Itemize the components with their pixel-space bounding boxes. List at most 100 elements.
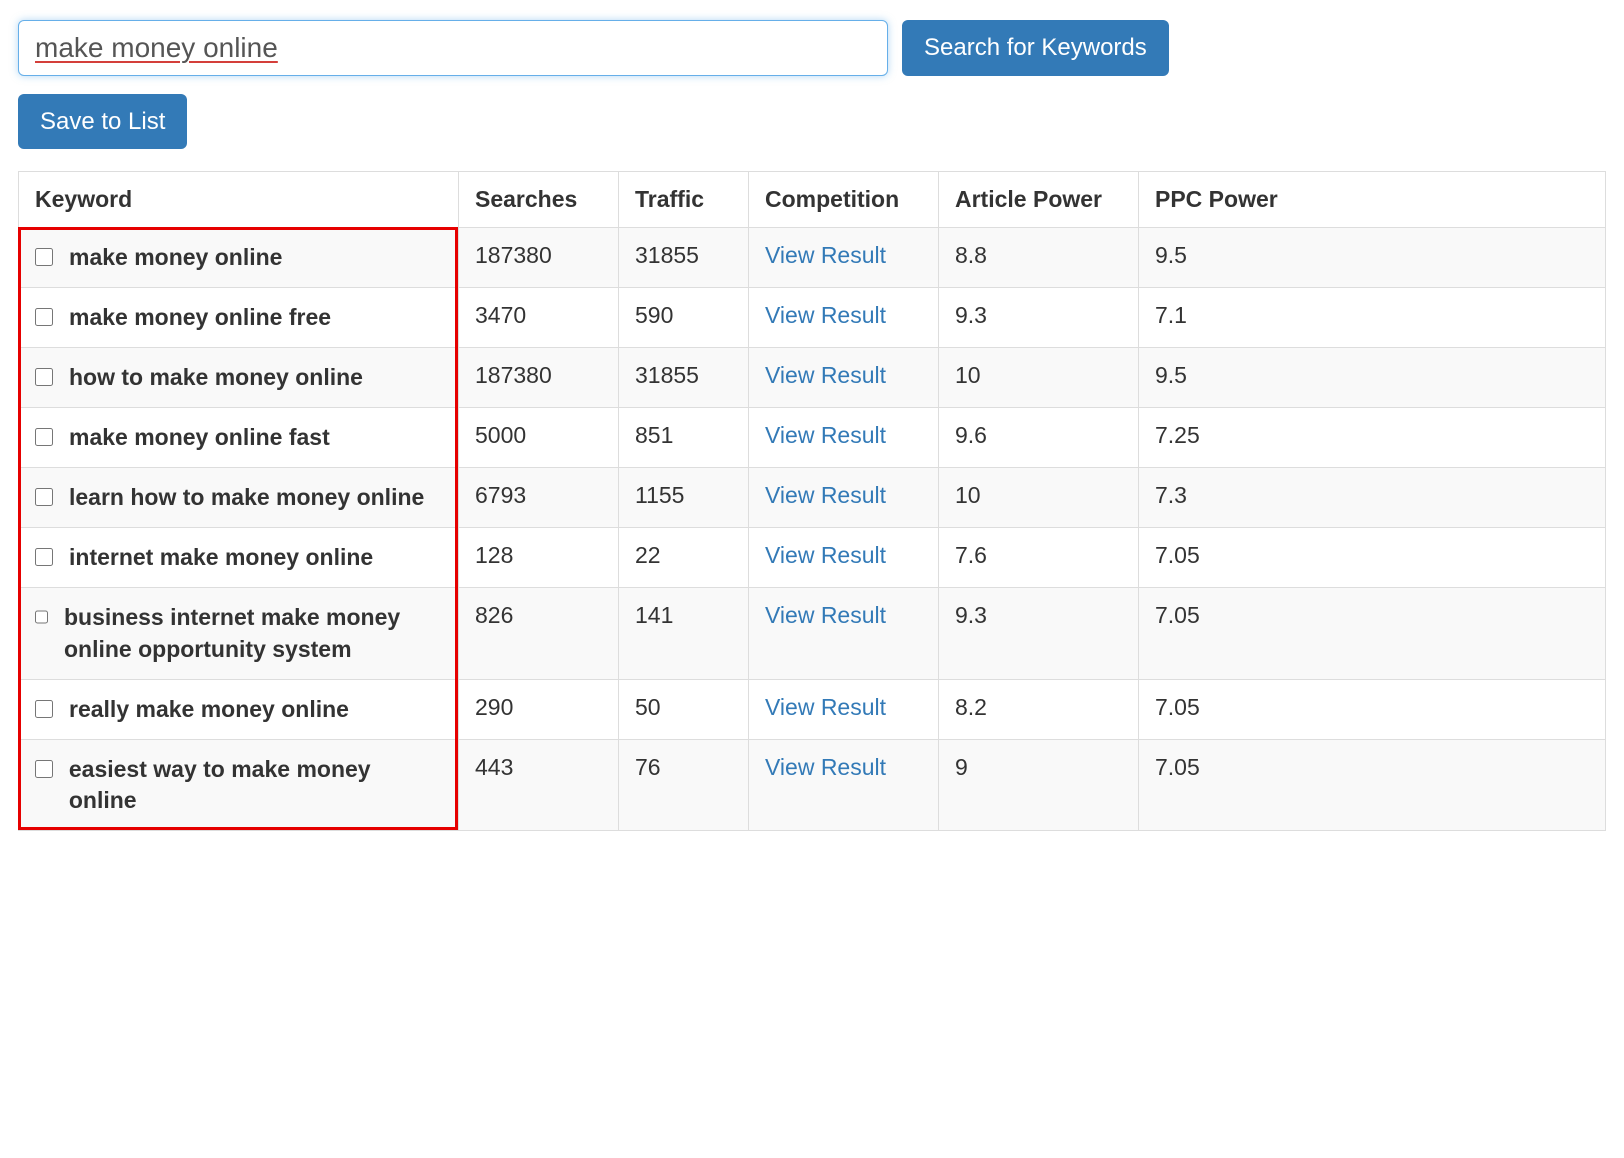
searches-cell: 290 [459,679,619,739]
view-result-link[interactable]: View Result [765,482,886,508]
ppc-power-cell: 7.3 [1139,468,1606,528]
ppc-power-cell: 7.05 [1139,739,1606,830]
competition-cell: View Result [749,288,939,348]
search-keywords-button[interactable]: Search for Keywords [902,20,1169,76]
row-checkbox[interactable] [35,428,53,446]
competition-cell: View Result [749,679,939,739]
table-row: easiest way to make money online 44376 Vie… [19,739,1606,830]
keyword-cell: how to make money online [19,348,459,408]
competition-cell: View Result [749,739,939,830]
searches-cell: 6793 [459,468,619,528]
keyword-cell: learn how to make money online [19,468,459,528]
view-result-link[interactable]: View Result [765,362,886,388]
view-result-link[interactable]: View Result [765,302,886,328]
ppc-power-cell: 7.05 [1139,679,1606,739]
ppc-power-cell: 9.5 [1139,228,1606,288]
keyword-results-table: Keyword Searches Traffic Competition Art… [18,171,1606,831]
ppc-power-cell: 7.05 [1139,528,1606,588]
keyword-cell: easiest way to make money online [19,739,459,830]
competition-cell: View Result [749,348,939,408]
keyword-text: how to make money online [69,362,363,393]
save-to-list-button[interactable]: Save to List [18,94,187,149]
col-header-keyword[interactable]: Keyword [19,172,459,228]
ppc-power-cell: 7.05 [1139,588,1606,679]
table-row: internet make money online 12822 View Resu… [19,528,1606,588]
col-header-article-power[interactable]: Article Power [939,172,1139,228]
article-power-cell: 7.6 [939,528,1139,588]
keyword-text: business internet make money online oppo… [64,602,442,664]
view-result-link[interactable]: View Result [765,542,886,568]
article-power-cell: 10 [939,468,1139,528]
col-header-searches[interactable]: Searches [459,172,619,228]
keyword-cell: make money online fast [19,408,459,468]
col-header-ppc-power[interactable]: PPC Power [1139,172,1606,228]
col-header-competition[interactable]: Competition [749,172,939,228]
keyword-table-container: Keyword Searches Traffic Competition Art… [18,171,1606,831]
traffic-cell: 31855 [619,348,749,408]
table-row: make money online 18738031855 View Result 8… [19,228,1606,288]
table-row: make money online free 3470590 View Result… [19,288,1606,348]
keyword-cell: really make money online [19,679,459,739]
traffic-cell: 31855 [619,228,749,288]
competition-cell: View Result [749,228,939,288]
keyword-cell: make money online [19,228,459,288]
ppc-power-cell: 7.1 [1139,288,1606,348]
col-header-traffic[interactable]: Traffic [619,172,749,228]
competition-cell: View Result [749,408,939,468]
traffic-cell: 50 [619,679,749,739]
row-checkbox[interactable] [35,248,53,266]
row-checkbox[interactable] [35,308,53,326]
competition-cell: View Result [749,528,939,588]
table-row: make money online fast 5000851 View Result… [19,408,1606,468]
keyword-text: make money online free [69,302,331,333]
keyword-text: learn how to make money online [69,482,424,513]
row-checkbox[interactable] [35,700,53,718]
searches-cell: 826 [459,588,619,679]
traffic-cell: 22 [619,528,749,588]
searches-cell: 187380 [459,228,619,288]
article-power-cell: 8.2 [939,679,1139,739]
table-row: business internet make money online oppo… [19,588,1606,679]
article-power-cell: 8.8 [939,228,1139,288]
table-row: learn how to make money online 67931155 Vi… [19,468,1606,528]
keyword-text: make money online [69,242,282,273]
searches-cell: 128 [459,528,619,588]
ppc-power-cell: 7.25 [1139,408,1606,468]
competition-cell: View Result [749,588,939,679]
keyword-text: easiest way to make money online [69,754,442,816]
row-checkbox[interactable] [35,488,53,506]
traffic-cell: 851 [619,408,749,468]
competition-cell: View Result [749,468,939,528]
traffic-cell: 141 [619,588,749,679]
article-power-cell: 10 [939,348,1139,408]
row-checkbox[interactable] [35,608,48,626]
keyword-text: really make money online [69,694,349,725]
article-power-cell: 9.6 [939,408,1139,468]
view-result-link[interactable]: View Result [765,754,886,780]
article-power-cell: 9 [939,739,1139,830]
row-checkbox[interactable] [35,368,53,386]
traffic-cell: 590 [619,288,749,348]
searches-cell: 5000 [459,408,619,468]
row-checkbox[interactable] [35,548,53,566]
keyword-cell: internet make money online [19,528,459,588]
keyword-text: make money online fast [69,422,330,453]
row-checkbox[interactable] [35,760,53,778]
keyword-cell: business internet make money online oppo… [19,588,459,679]
view-result-link[interactable]: View Result [765,242,886,268]
keyword-search-input[interactable] [18,20,888,76]
view-result-link[interactable]: View Result [765,694,886,720]
keyword-cell: make money online free [19,288,459,348]
table-row: really make money online 29050 View Result… [19,679,1606,739]
searches-cell: 187380 [459,348,619,408]
table-row: how to make money online 18738031855 View … [19,348,1606,408]
traffic-cell: 76 [619,739,749,830]
traffic-cell: 1155 [619,468,749,528]
keyword-text: internet make money online [69,542,373,573]
ppc-power-cell: 9.5 [1139,348,1606,408]
view-result-link[interactable]: View Result [765,422,886,448]
article-power-cell: 9.3 [939,588,1139,679]
view-result-link[interactable]: View Result [765,602,886,628]
searches-cell: 443 [459,739,619,830]
searches-cell: 3470 [459,288,619,348]
